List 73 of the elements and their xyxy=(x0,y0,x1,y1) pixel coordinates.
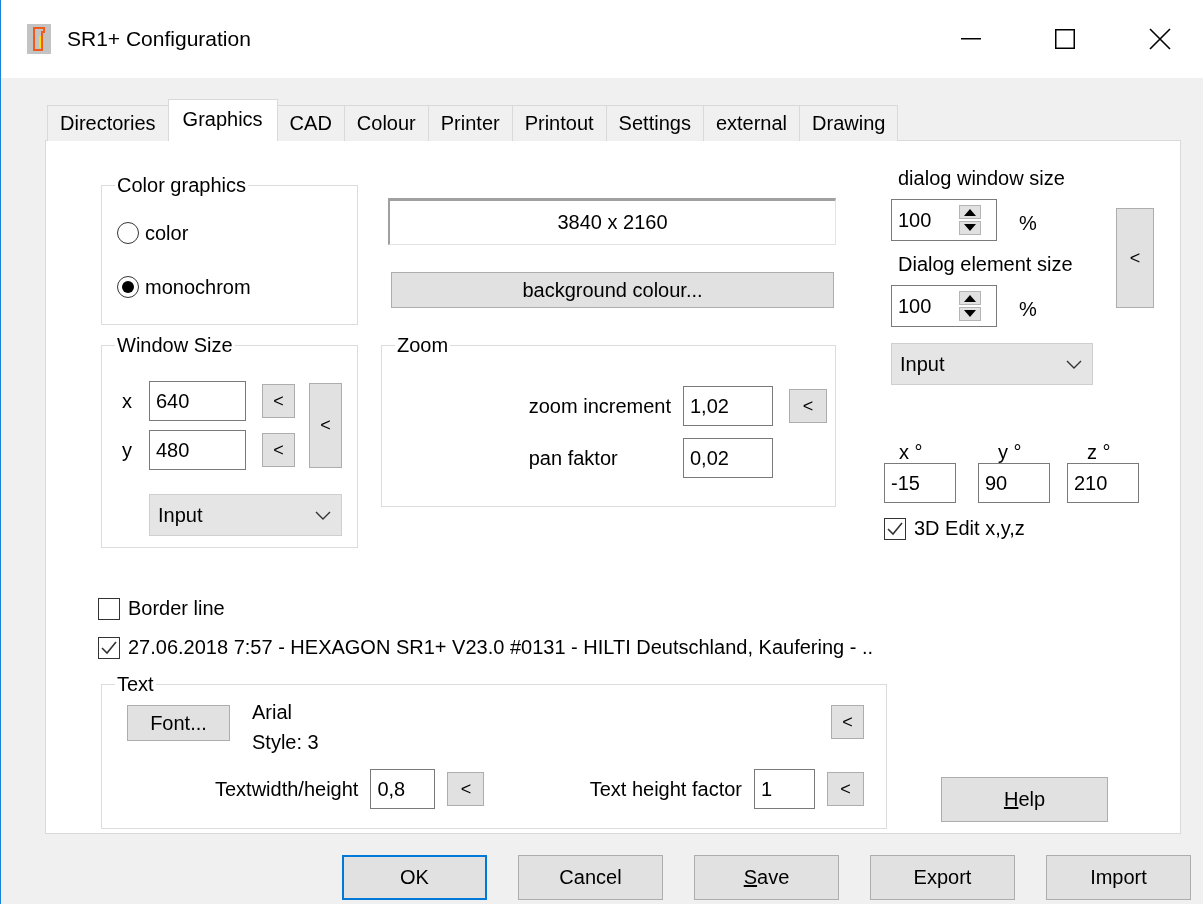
resolution-display: 3840 x 2160 xyxy=(388,198,836,245)
input-field[interactable]: 480 xyxy=(149,430,246,470)
arrow-button[interactable]: < xyxy=(827,772,864,806)
field-label: y xyxy=(122,438,133,462)
input-field[interactable]: -15 xyxy=(884,463,956,503)
font-name: Arial xyxy=(252,700,293,725)
tab[interactable]: Graphics xyxy=(167,99,278,141)
dialog-button[interactable]: Cancel xyxy=(518,855,663,900)
tab[interactable]: external xyxy=(702,105,801,141)
font-button[interactable]: Font... xyxy=(127,705,230,741)
angle-label: y ° xyxy=(998,441,1022,463)
help-button[interactable]: Help xyxy=(941,777,1108,822)
tab[interactable]: Colour xyxy=(343,105,429,141)
angle-label: x ° xyxy=(899,441,923,463)
input-field[interactable]: 1 xyxy=(754,769,815,809)
spin-arrows-icon[interactable] xyxy=(959,291,981,321)
radio-label: color xyxy=(145,221,189,245)
tab[interactable]: Settings xyxy=(605,105,704,141)
font-style: Style: 3 xyxy=(252,730,319,755)
arrow-button[interactable]: < xyxy=(262,384,295,418)
tab[interactable]: Drawing xyxy=(799,105,899,141)
close-icon[interactable] xyxy=(1149,28,1171,50)
app-icon xyxy=(27,24,51,54)
checkbox[interactable] xyxy=(884,517,906,540)
arrow-button[interactable]: < xyxy=(447,772,485,806)
tab[interactable]: Directories xyxy=(47,105,169,141)
checkbox[interactable] xyxy=(98,636,120,659)
radio-label: monochrom xyxy=(145,275,251,299)
arrow-button[interactable]: < xyxy=(789,389,827,423)
dialog-button[interactable]: Export xyxy=(870,855,1015,900)
minimize-icon[interactable] xyxy=(961,38,981,40)
field-label: Text height factor xyxy=(589,777,742,801)
dropdown[interactable]: Input xyxy=(891,343,1093,385)
input-field[interactable]: 1,02 xyxy=(683,386,773,426)
spin-arrows-icon[interactable] xyxy=(959,205,981,235)
arrow-button[interactable]: < xyxy=(262,433,295,467)
dialog-button[interactable]: Save xyxy=(694,855,839,900)
arrow-button[interactable]: < xyxy=(1116,208,1154,308)
tab[interactable]: Printer xyxy=(427,105,513,141)
chevron-icon xyxy=(1066,359,1082,369)
field-label: Textwidth/height xyxy=(215,777,359,801)
unit-label: % xyxy=(1019,211,1037,235)
background-colour-button[interactable]: background colour... xyxy=(391,272,834,308)
field-label: Dialog element size xyxy=(898,252,1074,277)
window-title: SR1+ Configuration xyxy=(67,27,251,51)
tab[interactable]: CAD xyxy=(276,105,345,141)
checkbox-label: 27.06.2018 7:57 - HEXAGON SR1+ V23.0 #0131 - HILTI Deutschland, Kaufering - .. xyxy=(128,636,874,659)
tab[interactable]: Printout xyxy=(511,105,607,141)
checkbox[interactable] xyxy=(98,597,120,620)
maximize-icon[interactable] xyxy=(1055,29,1075,49)
input-field[interactable]: 0,02 xyxy=(683,438,773,478)
input-field[interactable]: 640 xyxy=(149,381,246,421)
radio-button[interactable] xyxy=(117,222,139,244)
input-field[interactable]: 210 xyxy=(1067,463,1139,503)
field-label: dialog window size xyxy=(898,166,1066,191)
radio-button[interactable] xyxy=(117,276,139,298)
input-field[interactable]: 90 xyxy=(978,463,1050,503)
spin-field[interactable]: 100 xyxy=(891,285,997,327)
angle-label: z ° xyxy=(1087,441,1111,463)
spin-field[interactable]: 100 xyxy=(891,199,997,241)
arrow-button[interactable]: < xyxy=(309,383,342,468)
dropdown[interactable]: Input xyxy=(149,494,342,536)
chevron-icon xyxy=(315,510,331,520)
dialog-button[interactable]: OK xyxy=(342,855,487,900)
input-field[interactable]: 0,8 xyxy=(370,769,436,809)
unit-label: % xyxy=(1019,297,1037,321)
checkbox-label: Border line xyxy=(128,597,225,620)
checkbox-label: 3D Edit x,y,z xyxy=(914,517,1025,540)
dialog-button[interactable]: Import xyxy=(1046,855,1191,900)
arrow-button[interactable]: < xyxy=(831,705,864,739)
field-label: x xyxy=(122,389,133,413)
field-label: pan faktor xyxy=(528,446,619,470)
field-label: zoom increment xyxy=(528,394,671,418)
